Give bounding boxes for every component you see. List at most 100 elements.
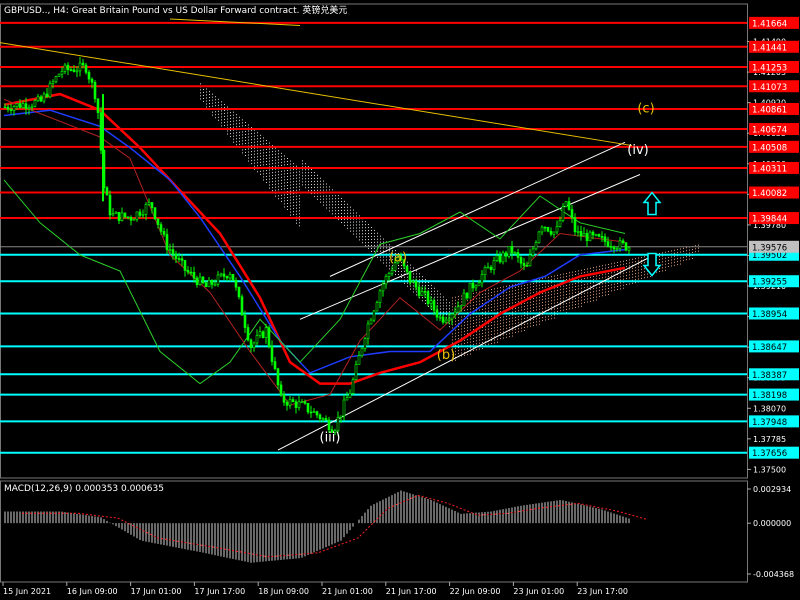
candle-body (453, 311, 457, 315)
cloud-dot (368, 233, 369, 235)
cloud-dot (263, 179, 264, 181)
cloud-dot (557, 274, 558, 276)
candle-body (459, 305, 463, 308)
macd-title: MACD(12,26,9) 0.000353 0.000635 (4, 484, 164, 494)
cloud-dot (323, 195, 324, 197)
cloud-dot (500, 308, 501, 310)
cloud-dot (338, 201, 339, 203)
cloud-dot (632, 273, 633, 275)
cloud-dot (596, 287, 597, 289)
cloud-dot (317, 195, 318, 197)
cloud-dot (269, 172, 270, 174)
candle-body (381, 283, 385, 292)
cloud-dot (503, 307, 504, 309)
price-chart[interactable]: 0.0029340.000000-0.004368 1.414901.41205… (0, 0, 800, 600)
price-tick-label: 1.37785 (753, 435, 786, 444)
cloud-dot (512, 287, 513, 289)
cloud-dot (587, 268, 588, 270)
cloud-dot (626, 263, 627, 265)
cloud-dot (335, 213, 336, 215)
cloud-dot (374, 250, 375, 252)
cloud-dot (275, 171, 276, 173)
cloud-dot (275, 195, 276, 197)
cloud-dot (215, 111, 216, 113)
cloud-dot (527, 284, 528, 286)
cloud-dot (608, 290, 609, 292)
cloud-dot (287, 193, 288, 195)
cloud-dot (221, 101, 222, 103)
cloud-dot (239, 116, 240, 118)
cloud-dot (473, 319, 474, 321)
cloud-dot (350, 227, 351, 229)
cloud-dot (494, 327, 495, 329)
cloud-dot (524, 326, 525, 328)
cloud-dot (590, 297, 591, 299)
cloud-dot (608, 263, 609, 265)
cloud-dot (515, 319, 516, 321)
cloud-dot (578, 303, 579, 305)
cloud-dot (389, 268, 390, 270)
cloud-dot (251, 136, 252, 138)
cloud-dot (293, 196, 294, 198)
cloud-dot (284, 182, 285, 184)
cloud-dot (503, 292, 504, 294)
cloud-dot (263, 170, 264, 172)
cloud-dot (290, 196, 291, 198)
candle-body (489, 266, 493, 270)
cloud-dot (527, 311, 528, 313)
cloud-dot (512, 317, 513, 319)
cloud-dot (584, 269, 585, 271)
cloud-dot (269, 181, 270, 183)
level-tag-label: 1.40861 (752, 105, 787, 115)
cloud-dot (590, 291, 591, 293)
cloud-dot (467, 318, 468, 320)
cloud-dot (668, 260, 669, 262)
cloud-dot (299, 204, 300, 206)
cloud-dot (242, 137, 243, 139)
cloud-dot (224, 124, 225, 126)
cloud-dot (533, 322, 534, 324)
cloud-dot (521, 321, 522, 323)
cloud-dot (416, 291, 417, 293)
cloud-dot (236, 120, 237, 122)
cloud-dot (254, 153, 255, 155)
cloud-dot (539, 287, 540, 289)
cloud-dot (491, 325, 492, 327)
cloud-dot (287, 169, 288, 171)
cloud-dot (227, 112, 228, 114)
cloud-dot (251, 130, 252, 132)
time-tick-label: 21 Jun 17:00 (386, 587, 437, 596)
cloud-dot (683, 259, 684, 261)
price-tick-label: 1.37500 (753, 465, 786, 474)
cloud-dot (260, 173, 261, 175)
cloud-dot (560, 307, 561, 309)
cloud-dot (665, 257, 666, 259)
cloud-dot (503, 295, 504, 297)
cloud-dot (554, 278, 555, 280)
cloud-dot (266, 181, 267, 183)
candle-body (138, 211, 142, 216)
candle-body (24, 103, 28, 109)
cloud-dot (278, 156, 279, 158)
cloud-dot (275, 156, 276, 158)
cloud-dot (464, 321, 465, 323)
cloud-dot (527, 317, 528, 319)
cloud-dot (572, 304, 573, 306)
cloud-dot (524, 308, 525, 310)
cloud-dot (440, 308, 441, 310)
cloud-dot (587, 292, 588, 294)
cloud-dot (527, 302, 528, 304)
cloud-dot (485, 317, 486, 319)
cloud-dot (569, 293, 570, 295)
cloud-dot (329, 195, 330, 197)
cloud-dot (443, 296, 444, 298)
cloud-dot (659, 256, 660, 258)
cloud-dot (233, 138, 234, 140)
cloud-dot (299, 171, 300, 173)
cloud-dot (503, 316, 504, 318)
cloud-dot (416, 276, 417, 278)
cloud-dot (635, 276, 636, 278)
cloud-dot (656, 271, 657, 273)
cloud-dot (347, 206, 348, 208)
cloud-dot (536, 306, 537, 308)
